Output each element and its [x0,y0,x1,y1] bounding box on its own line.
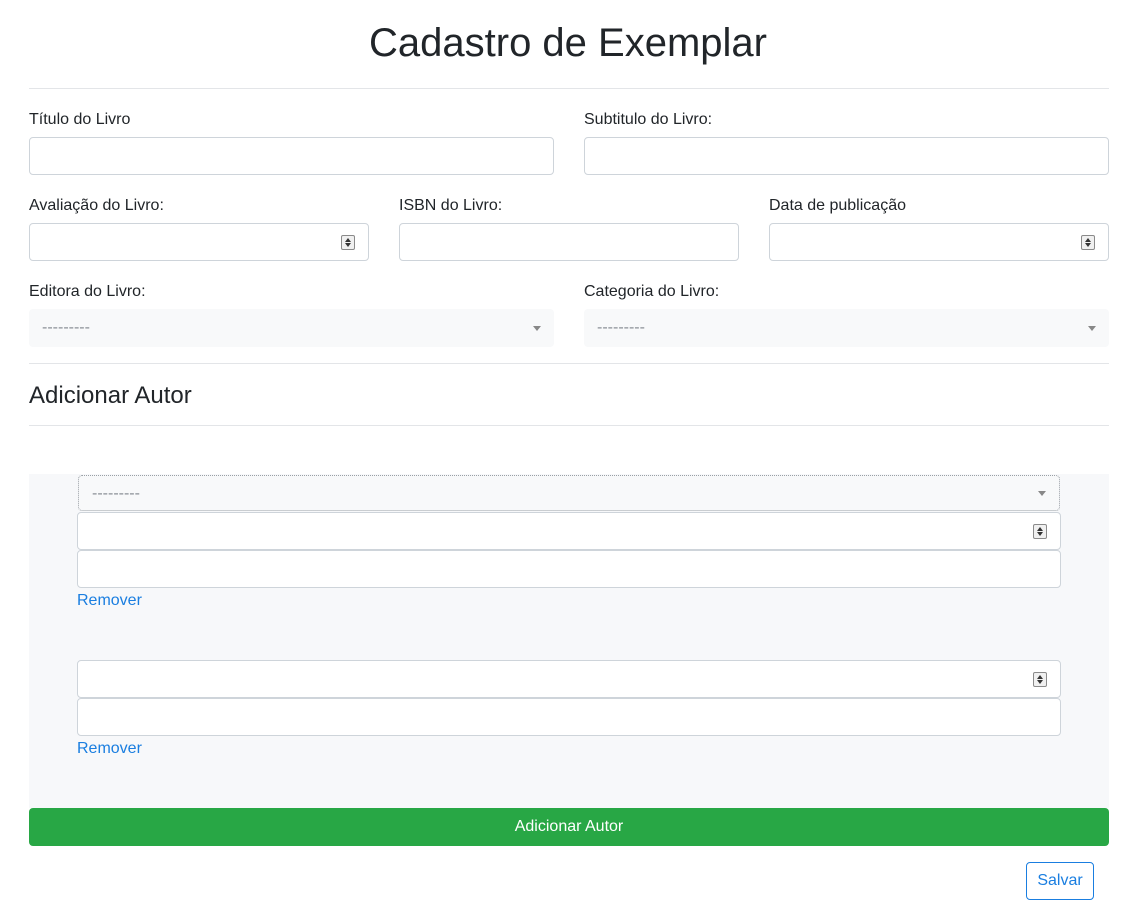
categoria-label: Categoria do Livro: [584,283,720,300]
author-1-number-input[interactable] [77,512,1061,550]
author-2-remove-link[interactable]: Remover [77,739,142,759]
divider [29,425,1109,426]
titulo-label: Título do Livro [29,111,131,128]
isbn-input[interactable] [399,223,739,261]
categoria-select-value: --------- [597,319,645,336]
avaliacao-label: Avaliação do Livro: [29,197,164,214]
editora-label: Editora do Livro: [29,283,146,300]
avaliacao-input[interactable] [29,223,369,261]
number-spinner-icon[interactable] [1033,524,1047,539]
isbn-label: ISBN do Livro: [399,197,503,214]
author-1-select[interactable]: --------- [78,475,1060,511]
caret-down-icon [533,326,541,331]
number-spinner-icon[interactable] [1081,235,1095,250]
author-2-text-input[interactable] [77,698,1061,736]
author-1-text-input[interactable] [77,550,1061,588]
author-2-number-input[interactable] [77,660,1061,698]
author-1-remove-link[interactable]: Remover [77,591,142,611]
divider [29,363,1109,364]
editora-select[interactable]: --------- [29,309,554,347]
author-1-select-value: --------- [92,485,140,502]
save-button[interactable]: Salvar [1026,862,1094,900]
data-publicacao-label: Data de publicação [769,197,906,214]
caret-down-icon [1088,326,1096,331]
titulo-input[interactable] [29,137,554,175]
number-spinner-icon[interactable] [1033,672,1047,687]
number-spinner-icon[interactable] [341,235,355,250]
authors-section-title: Adicionar Autor [29,382,192,409]
subtitulo-input[interactable] [584,137,1109,175]
data-publicacao-input[interactable] [769,223,1109,261]
editora-select-value: --------- [42,319,90,336]
categoria-select[interactable]: --------- [584,309,1109,347]
caret-down-icon [1038,491,1046,496]
divider [29,88,1109,89]
page-title: Cadastro de Exemplar [369,21,767,65]
add-author-button[interactable]: Adicionar Autor [29,808,1109,846]
subtitulo-label: Subtitulo do Livro: [584,111,713,128]
